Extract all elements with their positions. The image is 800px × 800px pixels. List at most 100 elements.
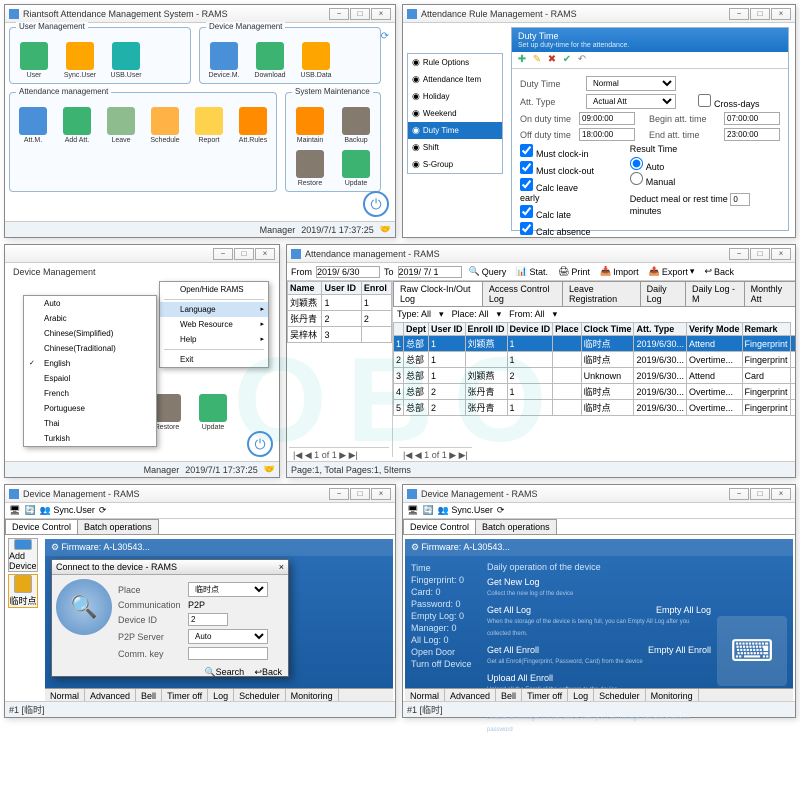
- launcher-usb-data[interactable]: USB.Data: [296, 42, 336, 79]
- tool-icon[interactable]: 🔄: [24, 505, 35, 516]
- device-stat-item[interactable]: Open Door: [411, 646, 481, 658]
- menu-item-chinese-simplified-[interactable]: Chinese(Simplified): [24, 326, 156, 341]
- pager-nav[interactable]: ▶ ▶|: [447, 450, 468, 457]
- att-type-select[interactable]: Actual Att: [586, 94, 676, 109]
- menu-item-espaiol[interactable]: Espaiol: [24, 371, 156, 386]
- delete-icon[interactable]: ✖: [546, 54, 558, 66]
- menu-item-help[interactable]: Help: [160, 332, 268, 347]
- from-date-input[interactable]: [316, 266, 380, 278]
- tab-leave-registration[interactable]: Leave Registration: [562, 281, 641, 306]
- tab-device-control[interactable]: Device Control: [5, 519, 78, 534]
- min-button[interactable]: −: [729, 8, 749, 20]
- crossdays-checkbox[interactable]: Cross-days: [698, 94, 760, 109]
- min-button[interactable]: −: [329, 488, 349, 500]
- pager-nav[interactable]: |◀ ◀ 1: [293, 450, 322, 460]
- search-button[interactable]: 🔍Search: [204, 667, 244, 677]
- calc-absence-checkbox[interactable]: Calc absence: [520, 222, 598, 237]
- must-clockin-checkbox[interactable]: Must clock-in: [520, 144, 598, 159]
- op-title[interactable]: Upload All Enroll: [487, 672, 553, 684]
- rule-item-rule-options[interactable]: ◉Rule Options: [408, 54, 502, 71]
- device-stat-item[interactable]: Time: [411, 562, 481, 574]
- device-stat-item[interactable]: Fingerprint: 0: [411, 574, 481, 586]
- tab-daily-log[interactable]: Daily Log: [640, 281, 686, 306]
- calc-late-checkbox[interactable]: Calc late: [520, 205, 598, 220]
- op-title[interactable]: Get All Log: [487, 604, 531, 616]
- filter-place[interactable]: Place: All: [452, 309, 489, 320]
- launcher-leave[interactable]: Leave: [102, 107, 140, 144]
- place-select[interactable]: 临时点: [188, 582, 268, 597]
- table-row[interactable]: 张丹青22: [288, 311, 392, 327]
- save-icon[interactable]: ✔: [561, 54, 573, 66]
- user-list-table[interactable]: NameUser IDEnrol刘颖燕11张丹青22吴梓林3: [287, 281, 392, 343]
- table-row[interactable]: 2总部11临时点2019/6/30...Overtime...Fingerpri…: [394, 352, 796, 368]
- op-alt[interactable]: Empty All Log: [656, 604, 711, 616]
- tab-access-control-log[interactable]: Access Control Log: [482, 281, 563, 306]
- max-button[interactable]: □: [750, 248, 770, 260]
- import-button[interactable]: 📥Import: [597, 265, 642, 278]
- device-stat-item[interactable]: Card: 0: [411, 586, 481, 598]
- menu-item-open-hide-rams[interactable]: Open/Hide RAMS: [160, 282, 268, 297]
- close-button[interactable]: ×: [371, 8, 391, 20]
- launcher-maintain[interactable]: Maintain: [290, 107, 330, 144]
- table-row[interactable]: 吴梓林3: [288, 327, 392, 343]
- stat-button[interactable]: 📊Stat.: [513, 265, 551, 278]
- rule-item-shift[interactable]: ◉Shift: [408, 139, 502, 156]
- end-att-input[interactable]: [724, 128, 780, 141]
- off-duty-input[interactable]: [579, 128, 635, 141]
- launcher-restore[interactable]: Restore: [290, 150, 330, 187]
- launcher-user[interactable]: User: [14, 42, 54, 79]
- menu-item-arabic[interactable]: Arabic: [24, 311, 156, 326]
- launcher-download[interactable]: Download: [250, 42, 290, 79]
- tab-monthly-att[interactable]: Monthly Att: [744, 281, 795, 306]
- power-button[interactable]: ⏻: [363, 191, 389, 217]
- rule-item-weekend[interactable]: ◉Weekend: [408, 105, 502, 122]
- min-button[interactable]: −: [729, 248, 749, 260]
- pager-nav[interactable]: |◀ ◀ 1: [403, 450, 432, 457]
- close-icon[interactable]: ×: [279, 562, 284, 572]
- close-button[interactable]: ×: [255, 248, 275, 260]
- begin-att-input[interactable]: [724, 112, 780, 125]
- rule-item-s-group[interactable]: ◉S-Group: [408, 156, 502, 173]
- log-table[interactable]: DeptUser IDEnroll IDDevice IDPlaceClock …: [393, 322, 795, 416]
- p2p-select[interactable]: Auto: [188, 629, 268, 644]
- on-duty-input[interactable]: [579, 112, 635, 125]
- menu-item-thai[interactable]: Thai: [24, 416, 156, 431]
- table-row[interactable]: 1总部1刘颖燕1临时点2019/6/30...AttendFingerprint: [394, 336, 796, 352]
- launcher-device-m-[interactable]: Device.M.: [204, 42, 244, 79]
- rule-item-duty-time[interactable]: ◉Duty Time: [408, 122, 502, 139]
- close-button[interactable]: ×: [771, 8, 791, 20]
- rule-item-attendance-item[interactable]: ◉Attendance Item: [408, 71, 502, 88]
- menu-item-exit[interactable]: Exit: [160, 352, 268, 367]
- op-alt[interactable]: Empty All Enroll: [648, 644, 711, 656]
- close-button[interactable]: ×: [771, 488, 791, 500]
- tab-batch-ops[interactable]: Batch operations: [475, 519, 557, 534]
- tab-raw-clock-in-out-log[interactable]: Raw Clock-In/Out Log: [393, 281, 483, 306]
- menu-item-french[interactable]: French: [24, 386, 156, 401]
- print-button[interactable]: 🖨Print: [555, 265, 593, 278]
- min-button[interactable]: −: [329, 8, 349, 20]
- pager-nav[interactable]: ▶ ▶|: [337, 450, 358, 460]
- device-stat-item[interactable]: Turn off Device: [411, 658, 481, 670]
- table-row[interactable]: 刘颖燕11: [288, 295, 392, 311]
- launcher-sync-user[interactable]: Sync.User: [60, 42, 100, 79]
- launcher-backup[interactable]: Backup: [336, 107, 376, 144]
- device-item-button[interactable]: 临时点: [8, 574, 38, 608]
- comm-key-input[interactable]: [188, 647, 268, 660]
- refresh-icon[interactable]: ⟳: [99, 505, 107, 516]
- sync-user-button[interactable]: 👥 Sync.User: [438, 505, 493, 516]
- titlebar[interactable]: Riantsoft Attendance Management System -…: [5, 5, 395, 23]
- refresh-icon[interactable]: ⟳: [497, 505, 505, 516]
- calc-leave-early-checkbox[interactable]: Calc leave early: [520, 178, 598, 203]
- menu-item-portuguese[interactable]: Portuguese: [24, 401, 156, 416]
- max-button[interactable]: □: [234, 248, 254, 260]
- close-button[interactable]: ×: [771, 248, 791, 260]
- tool-icon[interactable]: 🖥: [9, 505, 20, 516]
- device-stat-item[interactable]: Manager: 0: [411, 622, 481, 634]
- filter-from[interactable]: From: All: [509, 309, 545, 320]
- max-button[interactable]: □: [750, 8, 770, 20]
- device-id-input[interactable]: [188, 613, 228, 626]
- launcher-update[interactable]: Update: [193, 394, 233, 431]
- table-row[interactable]: 3总部1刘颖燕2Unknown2019/6/30...AttendCard: [394, 368, 796, 384]
- launcher-update[interactable]: Update: [336, 150, 376, 187]
- launcher-report[interactable]: Report: [190, 107, 228, 144]
